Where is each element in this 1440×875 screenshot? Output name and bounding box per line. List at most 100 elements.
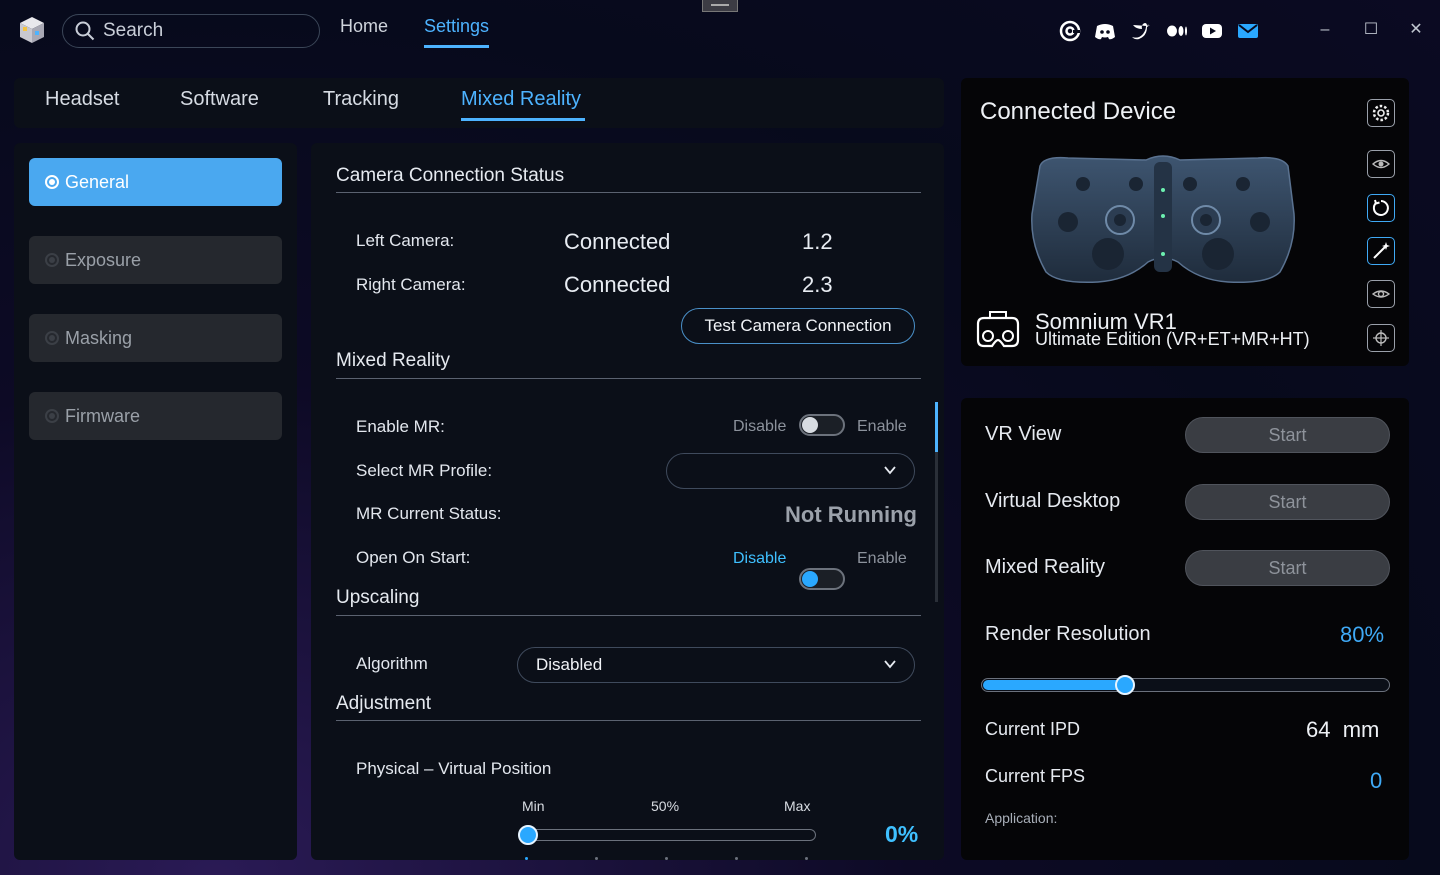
headset-outline-icon	[974, 310, 1022, 350]
position-label: Physical – Virtual Position	[356, 759, 552, 778]
position-slider-thumb[interactable]	[518, 825, 538, 845]
search-input[interactable]: Search	[103, 20, 163, 42]
connected-device-title: Connected Device	[980, 98, 1177, 125]
vr-view-start-button[interactable]: Start	[1185, 417, 1390, 453]
slider-min-label: Min	[522, 798, 545, 814]
current-ipd-label: Current IPD	[985, 719, 1081, 739]
vr-view-label: VR View	[985, 423, 1062, 445]
magic-wand-icon[interactable]	[1367, 237, 1395, 265]
at-icon[interactable]	[1059, 20, 1081, 42]
app-logo-icon	[16, 14, 48, 46]
radio-icon	[45, 409, 59, 423]
test-camera-button[interactable]: Test Camera Connection	[681, 308, 915, 344]
sidebar-item-exposure[interactable]: Exposure	[29, 236, 282, 284]
virtual-desktop-label: Virtual Desktop	[985, 490, 1121, 512]
right-camera-value: 2.3	[802, 272, 833, 297]
left-camera-value: 1.2	[802, 229, 833, 254]
open-on-start-toggle[interactable]	[799, 568, 845, 590]
mr-profile-dropdown[interactable]	[666, 453, 915, 489]
minimize-button[interactable]: –	[1313, 18, 1337, 42]
mail-icon[interactable]	[1237, 20, 1259, 42]
slider-tick	[525, 857, 528, 860]
slider-tick	[595, 857, 598, 860]
window-drag-handle[interactable]	[702, 0, 738, 12]
sidebar-item-label: General	[65, 171, 130, 192]
mixed-reality-label: Mixed Reality	[985, 556, 1106, 578]
device-edition: Ultimate Edition (VR+ET+MR+HT)	[1035, 329, 1310, 349]
tab-headset[interactable]: Headset	[45, 88, 120, 111]
chevron-down-icon	[884, 466, 896, 475]
camera-section-title: Camera Connection Status	[336, 165, 565, 186]
tab-mixed-reality[interactable]: Mixed Reality	[461, 88, 586, 121]
right-camera-status: Connected	[564, 272, 671, 297]
radio-icon	[45, 331, 59, 345]
slider-mid-label: 50%	[651, 798, 680, 814]
algorithm-dropdown[interactable]: Disabled	[517, 647, 915, 683]
twitter-icon[interactable]	[1130, 20, 1152, 42]
chevron-down-icon	[884, 660, 896, 669]
algorithm-label: Algorithm	[356, 654, 428, 673]
refresh-icon[interactable]	[1367, 194, 1395, 222]
mr-profile-label: Select MR Profile:	[356, 461, 493, 480]
upscaling-section-title: Upscaling	[336, 587, 420, 608]
scrollbar-thumb[interactable]	[935, 402, 938, 452]
open-on-start-disable-label: Disable	[733, 550, 787, 567]
sidebar-item-general[interactable]: General	[29, 158, 282, 206]
open-on-start-label: Open On Start:	[356, 548, 471, 567]
enable-mr-label: Enable MR:	[356, 417, 445, 436]
mixed-reality-start-button[interactable]: Start	[1185, 550, 1390, 586]
slider-tick	[805, 857, 808, 860]
render-slider-fill	[983, 680, 1125, 690]
algorithm-value: Disabled	[536, 655, 603, 674]
enable-mr-enable-label: Enable	[857, 418, 907, 435]
virtual-desktop-start-button[interactable]: Start	[1185, 484, 1390, 520]
sidebar-item-label: Firmware	[65, 405, 140, 426]
close-button[interactable]: ✕	[1404, 18, 1428, 42]
render-slider-thumb[interactable]	[1115, 675, 1135, 695]
application-label: Application:	[985, 810, 1058, 826]
discord-icon[interactable]	[1094, 20, 1116, 42]
divider	[336, 720, 921, 721]
target-icon[interactable]	[1367, 324, 1395, 352]
render-resolution-label: Render Resolution	[985, 623, 1151, 645]
left-camera-label: Left Camera:	[356, 231, 455, 250]
adjustment-section-title: Adjustment	[336, 693, 432, 714]
position-value: 0%	[885, 821, 919, 847]
divider	[336, 378, 921, 379]
nav-home[interactable]: Home	[340, 16, 388, 37]
enable-mr-disable-label: Disable	[733, 418, 787, 435]
divider	[336, 615, 921, 616]
tab-tracking[interactable]: Tracking	[323, 88, 399, 111]
mr-status-value: Not Running	[785, 502, 917, 527]
eye-scan-icon[interactable]	[1367, 150, 1395, 178]
open-on-start-enable-label: Enable	[857, 550, 907, 567]
current-fps-value: 0	[1370, 768, 1383, 793]
left-camera-status: Connected	[564, 229, 671, 254]
radio-icon	[45, 175, 59, 189]
position-slider-track[interactable]	[519, 829, 816, 841]
headset-image	[1028, 154, 1298, 286]
search-box[interactable]: Search	[62, 14, 320, 48]
slider-tick	[665, 857, 668, 860]
current-ipd-value: 64 mm	[1306, 717, 1380, 742]
youtube-icon[interactable]	[1201, 20, 1223, 42]
sidebar-item-masking[interactable]: Masking	[29, 314, 282, 362]
medium-icon[interactable]	[1166, 20, 1188, 42]
maximize-button[interactable]: ☐	[1359, 18, 1383, 42]
enable-mr-toggle[interactable]	[799, 414, 845, 436]
eye-icon[interactable]	[1367, 280, 1395, 308]
right-camera-label: Right Camera:	[356, 275, 466, 294]
tab-software[interactable]: Software	[180, 88, 259, 111]
mr-status-label: MR Current Status:	[356, 504, 502, 523]
current-fps-label: Current FPS	[985, 766, 1086, 786]
slider-tick	[735, 857, 738, 860]
settings-gear-icon[interactable]	[1367, 99, 1395, 127]
search-icon	[75, 21, 95, 41]
sidebar-item-label: Exposure	[65, 249, 142, 270]
mr-section-title: Mixed Reality	[336, 350, 451, 371]
nav-settings[interactable]: Settings	[424, 16, 490, 48]
slider-max-label: Max	[784, 798, 811, 814]
radio-icon	[45, 253, 59, 267]
sidebar-item-firmware[interactable]: Firmware	[29, 392, 282, 440]
render-resolution-value: 80%	[1340, 622, 1385, 647]
